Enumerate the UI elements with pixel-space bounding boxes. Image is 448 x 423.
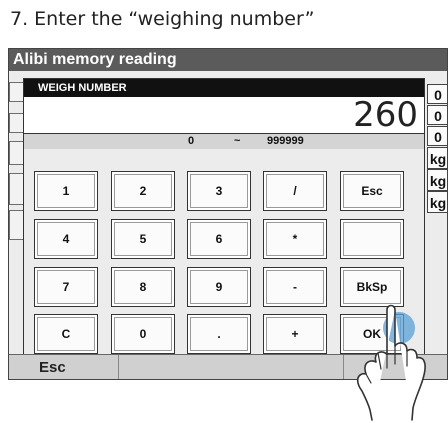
side-value-3: 0 [427,126,447,146]
key-9[interactable]: 9 [187,267,251,307]
hand-pointer-icon [356,304,426,421]
side-value-2: 0 [427,105,447,125]
key-decimal[interactable]: . [187,314,251,354]
key-5[interactable]: 5 [111,219,175,259]
key-plus[interactable]: + [263,314,327,354]
key-0[interactable]: 0 [111,314,175,354]
key-4[interactable]: 4 [34,219,98,259]
range-separator: ~ [234,135,241,147]
side-unit-3: kg [427,191,447,213]
bottom-esc-button[interactable]: Esc [9,355,119,379]
range-hint: 0 ~ 999999 [24,134,424,149]
key-blank[interactable] [340,219,404,259]
range-min: 0 [188,135,195,147]
key-2[interactable]: 2 [111,171,175,211]
key-multiply[interactable]: * [263,219,327,259]
window-title: Alibi memory reading [9,49,447,71]
side-value-1: 0 [427,84,447,104]
key-1[interactable]: 1 [34,171,98,211]
key-minus[interactable]: - [263,267,327,307]
range-max: 999999 [267,135,304,147]
instruction-text: 7. Enter the “weighing number” [10,8,315,30]
side-unit-2: kg [427,169,447,191]
key-6[interactable]: 6 [187,219,251,259]
key-divide[interactable]: / [263,171,327,211]
clear-button[interactable]: C [34,314,98,354]
key-7[interactable]: 7 [34,267,98,307]
weigh-number-input[interactable]: 260 [24,97,424,134]
side-unit-1: kg [427,147,447,169]
key-8[interactable]: 8 [111,267,175,307]
esc-button[interactable]: Esc [340,171,404,211]
key-3[interactable]: 3 [187,171,251,211]
